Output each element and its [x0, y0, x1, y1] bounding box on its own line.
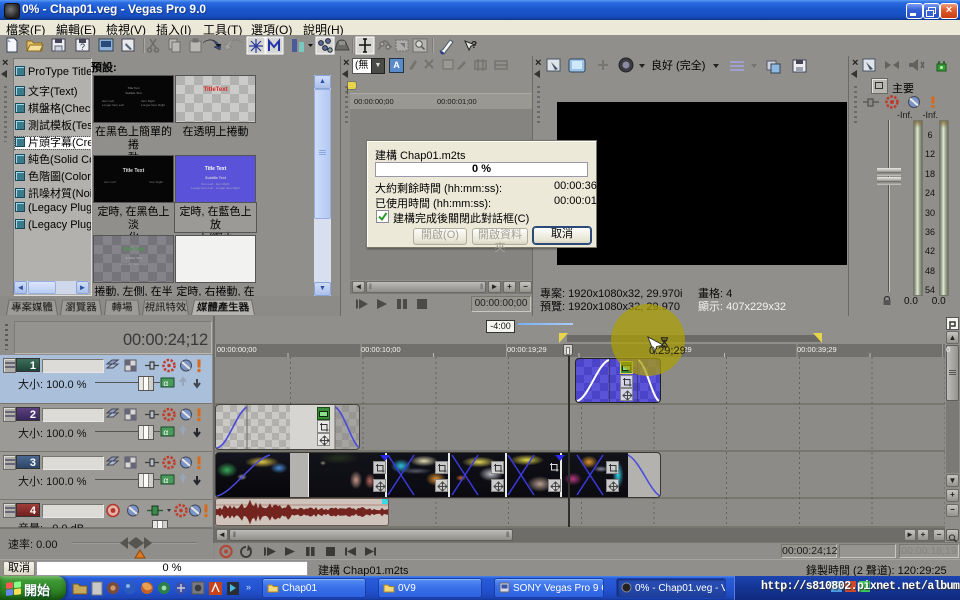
svg-text:α: α: [163, 378, 168, 388]
svg-text:α: α: [163, 475, 168, 485]
svg-text:?: ?: [471, 40, 477, 51]
svg-text:?: ?: [80, 42, 85, 52]
svg-text:良好 (完全): 良好 (完全): [651, 58, 705, 72]
svg-text:α: α: [163, 427, 168, 437]
